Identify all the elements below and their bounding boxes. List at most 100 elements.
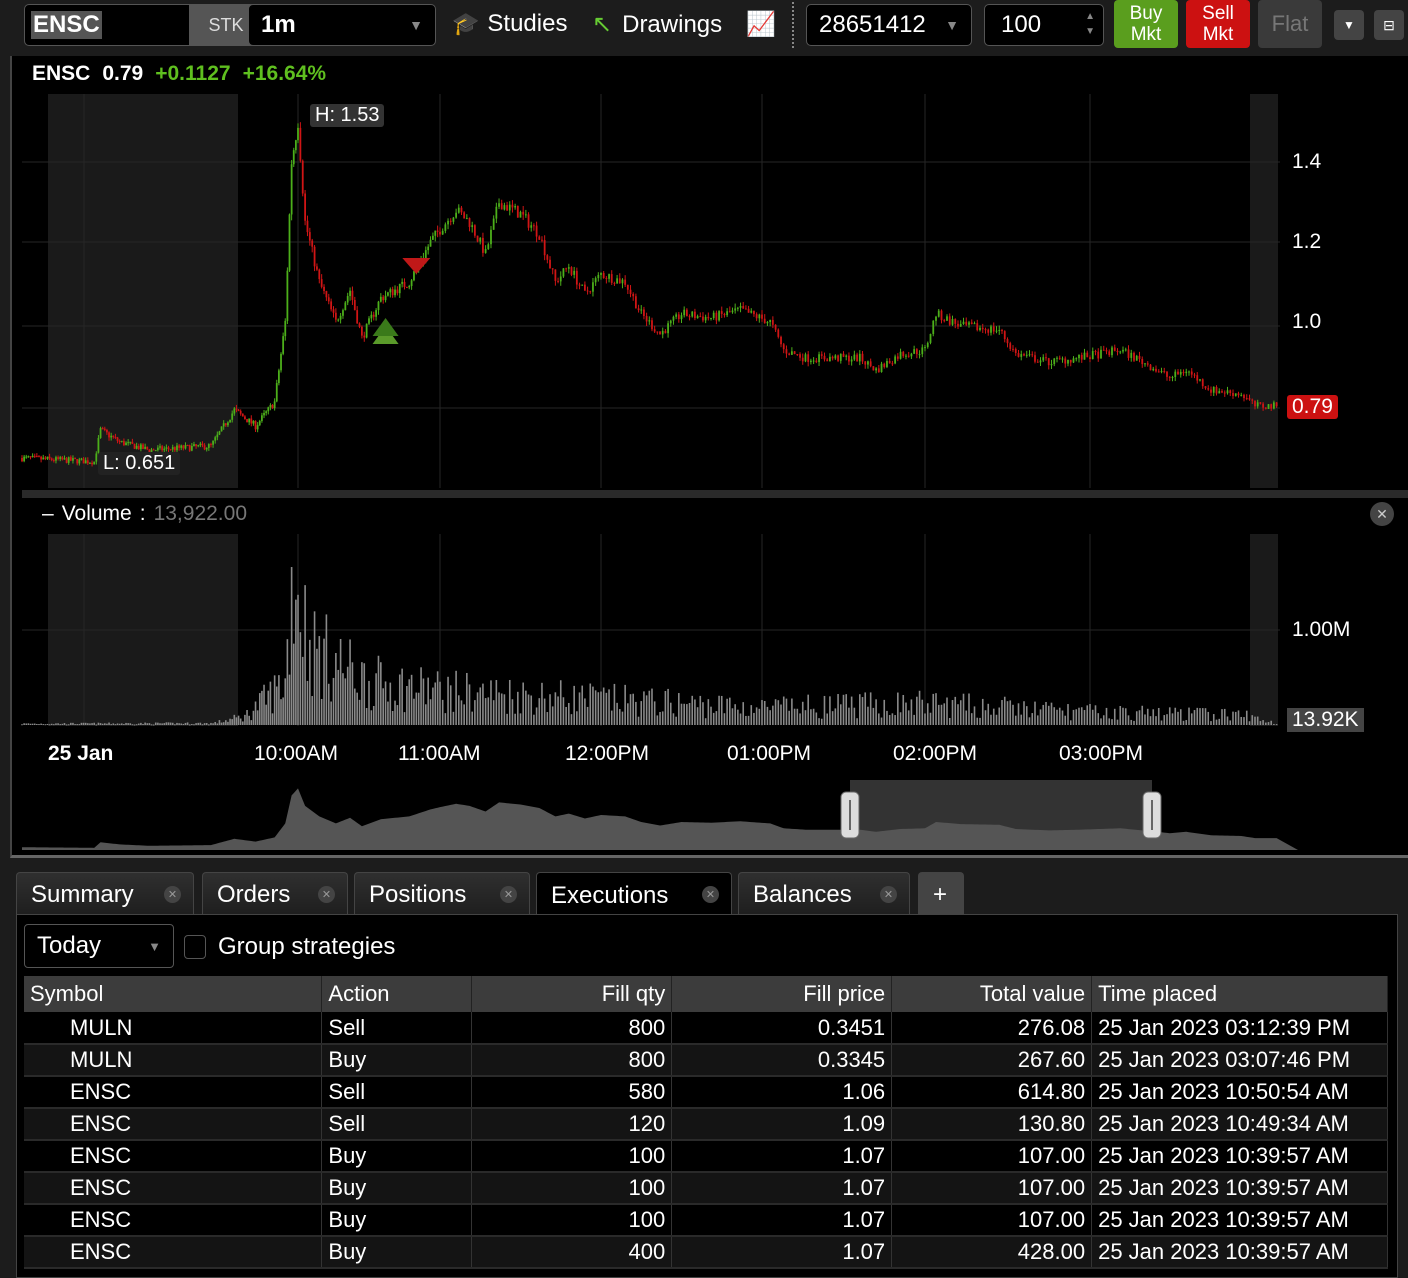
candle	[59, 457, 62, 459]
candle	[342, 310, 344, 316]
volume-bar	[1045, 701, 1047, 725]
volume-bar	[180, 723, 183, 725]
candle	[763, 318, 766, 324]
volume-bar	[212, 723, 214, 725]
tab-summary[interactable]: Summary ✕	[16, 872, 194, 916]
tab-executions[interactable]: Executions ✕	[536, 872, 732, 918]
candle	[1124, 349, 1127, 351]
candle	[86, 460, 89, 464]
candle	[799, 354, 801, 358]
volume-bar	[93, 722, 95, 725]
period-select[interactable]: Today ▼	[24, 924, 174, 968]
volume-bar	[1163, 715, 1166, 725]
candle	[495, 206, 498, 219]
volume-bar	[201, 724, 204, 726]
table-row[interactable]: ENSC Sell 120 1.09 130.80 25 Jan 2023 10:49:3…	[24, 1108, 1388, 1141]
close-tab-icon[interactable]: ✕	[318, 886, 335, 903]
volume-bar	[1023, 701, 1025, 725]
column-header[interactable]: Symbol	[24, 976, 323, 1012]
candle	[1232, 393, 1234, 396]
close-tab-icon[interactable]: ✕	[500, 886, 517, 903]
column-header[interactable]: Time placed	[1091, 976, 1388, 1012]
volume-bar	[745, 715, 747, 725]
tab-orders[interactable]: Orders ✕	[202, 872, 348, 916]
table-row[interactable]: ENSC Buy 100 1.07 107.00 25 Jan 2023 10:39:57…	[24, 1140, 1388, 1173]
volume-bar	[244, 714, 246, 725]
candle	[1003, 331, 1006, 340]
volume-bar	[358, 699, 361, 725]
volume-bar	[42, 724, 45, 726]
candle	[401, 281, 404, 284]
add-tab-button[interactable]: +	[918, 872, 964, 916]
candle	[1210, 389, 1212, 393]
candle	[311, 240, 314, 247]
volume-bar	[878, 713, 880, 725]
close-volume-icon[interactable]: ✕	[1370, 502, 1394, 526]
volume-bar	[995, 714, 998, 725]
candle	[883, 363, 886, 367]
candle	[594, 278, 597, 283]
candle	[351, 290, 354, 300]
close-tab-icon[interactable]: ✕	[880, 886, 897, 903]
volume-bar	[372, 705, 375, 725]
candle	[265, 411, 268, 413]
candle	[995, 330, 998, 332]
volume-bar	[1003, 696, 1006, 725]
volume-bar	[788, 710, 790, 725]
group-strategies-checkbox[interactable]	[184, 935, 206, 959]
candle	[288, 214, 291, 271]
cell: ENSC	[24, 1140, 323, 1173]
candle	[273, 401, 276, 409]
column-header[interactable]: Fill price	[671, 976, 893, 1012]
candle	[940, 310, 943, 321]
cell: Buy	[321, 1236, 473, 1269]
volume-bar	[1014, 715, 1017, 725]
collapse-icon[interactable]: –	[42, 502, 54, 526]
price-volume-chart[interactable]	[0, 0, 1408, 860]
candle	[728, 311, 731, 313]
volume-bar	[1273, 723, 1275, 725]
volume-bar	[89, 723, 91, 725]
candle	[101, 428, 104, 430]
candle	[586, 290, 589, 292]
candle	[675, 314, 678, 317]
volume-bar	[398, 674, 401, 725]
column-header[interactable]: Action	[321, 976, 473, 1012]
close-tab-icon[interactable]: ✕	[164, 886, 181, 903]
candle	[589, 291, 592, 293]
table-row[interactable]: MULN Sell 800 0.3451 276.08 25 Jan 2023 03:12…	[24, 1012, 1388, 1045]
candle	[1034, 355, 1036, 362]
volume-bar	[318, 636, 321, 725]
volume-bar	[203, 723, 206, 725]
table-row[interactable]: ENSC Buy 100 1.07 107.00 25 Jan 2023 10:39:57…	[24, 1172, 1388, 1205]
table-row[interactable]: ENSC Sell 580 1.06 614.80 25 Jan 2023 10:50:5…	[24, 1076, 1388, 1109]
column-header[interactable]: Fill qty	[471, 976, 673, 1012]
candle	[1201, 379, 1204, 387]
volume-bar	[589, 683, 592, 725]
close-tab-icon[interactable]: ✕	[702, 886, 719, 903]
volume-bar	[401, 668, 403, 725]
volume-bar	[273, 675, 276, 725]
volume-last-tag: 13.92K	[1287, 708, 1364, 732]
candle	[823, 355, 826, 360]
volume-bar	[394, 700, 396, 725]
candle	[368, 318, 370, 324]
table-row[interactable]: ENSC Buy 400 1.07 428.00 25 Jan 2023 10:39:57…	[24, 1236, 1388, 1269]
candle	[699, 316, 702, 318]
cell: 1.07	[671, 1236, 893, 1269]
candle	[1075, 358, 1078, 360]
volume-bar	[791, 698, 793, 725]
tab-balances[interactable]: Balances ✕	[738, 872, 910, 916]
table-row[interactable]: ENSC Buy 100 1.07 107.00 25 Jan 2023 10:39:57…	[24, 1204, 1388, 1237]
candle	[84, 460, 87, 464]
column-header[interactable]: Total value	[891, 976, 1093, 1012]
candle	[358, 323, 361, 327]
tab-positions[interactable]: Positions ✕	[354, 872, 530, 916]
volume-bar	[406, 685, 408, 725]
candle	[1262, 403, 1264, 408]
candle	[605, 278, 608, 280]
table-row[interactable]: MULN Buy 800 0.3345 267.60 25 Jan 2023 03:07:…	[24, 1044, 1388, 1077]
candle	[35, 455, 38, 457]
volume-bar	[880, 717, 883, 725]
volume-bar	[702, 702, 704, 725]
